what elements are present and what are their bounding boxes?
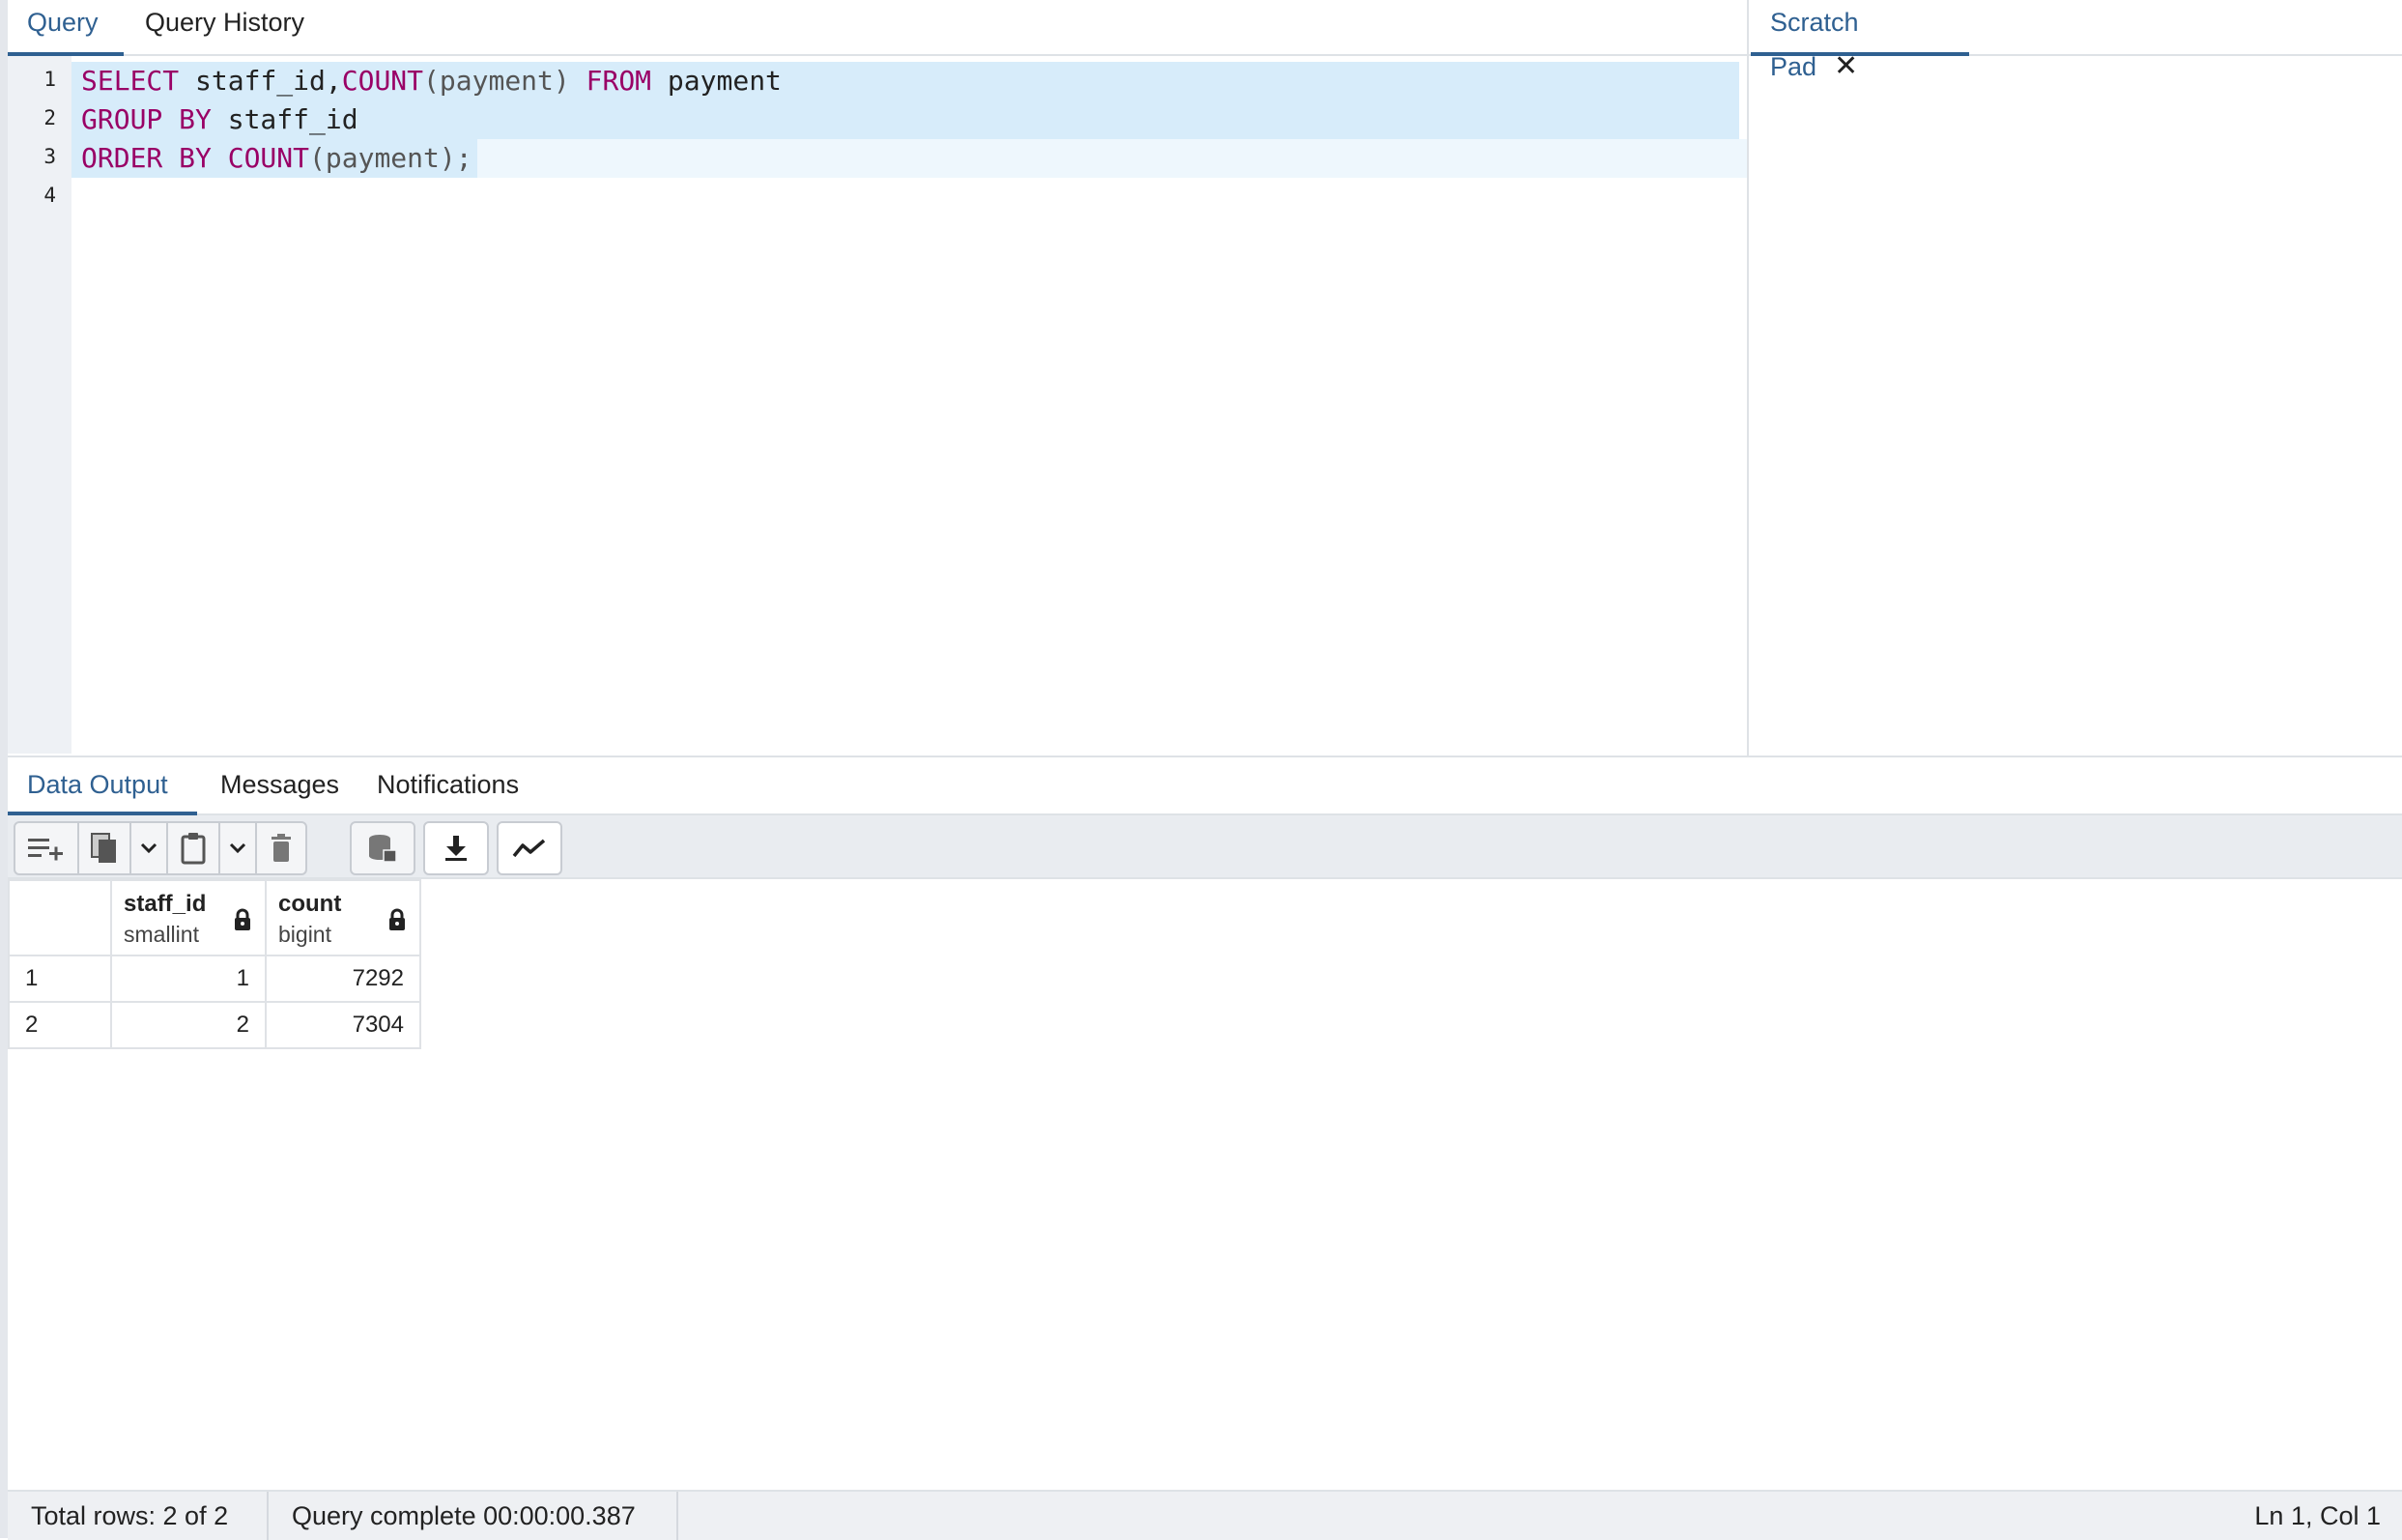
- sql-keyword: FROM: [586, 65, 652, 97]
- copy-icon: [91, 833, 116, 863]
- lock-icon: [389, 908, 405, 930]
- table-row[interactable]: 1 1 7292: [8, 955, 421, 1003]
- scratch-pad-tabbar: Scratch Pad ✕: [1749, 0, 2402, 82]
- code-line-3[interactable]: ORDER BY COUNT(payment);: [81, 139, 472, 178]
- sql-keyword: GROUP BY: [81, 103, 212, 135]
- edit-button-group: [14, 821, 307, 875]
- lock-icon: [235, 908, 250, 930]
- tab-scratch-pad[interactable]: Scratch Pad ✕: [1751, 0, 1969, 82]
- copy-options-dropdown[interactable]: [131, 823, 168, 873]
- grid-cell[interactable]: 7304: [265, 1001, 421, 1049]
- total-rows-status: Total rows: 2 of 2: [31, 1501, 229, 1530]
- sql-keyword: ORDER BY: [81, 142, 212, 174]
- tab-messages[interactable]: Messages: [201, 757, 358, 812]
- status-divider: [267, 1492, 269, 1540]
- row-number-header[interactable]: [8, 879, 112, 956]
- column-name: staff_id: [124, 891, 207, 917]
- tab-query-history[interactable]: Query History: [126, 0, 324, 52]
- download-icon: [445, 836, 467, 861]
- download-group: [423, 821, 489, 875]
- chevron-down-icon: [229, 842, 246, 854]
- sql-keyword: SELECT: [81, 65, 180, 97]
- row-number[interactable]: 1: [8, 955, 112, 1003]
- paste-button[interactable]: [168, 823, 220, 873]
- status-bar: Total rows: 2 of 2 Query complete 00:00:…: [8, 1490, 2402, 1540]
- grid-cell[interactable]: 7292: [265, 955, 421, 1003]
- save-data-icon: [369, 835, 397, 863]
- graph-icon: [512, 839, 546, 858]
- copy-button[interactable]: [79, 823, 131, 873]
- paste-icon: [181, 833, 206, 865]
- sql-text: (payment): [423, 65, 586, 97]
- line-number: 2: [43, 106, 56, 129]
- close-icon[interactable]: ✕: [1834, 50, 1858, 82]
- code-line-2[interactable]: GROUP BY staff_id: [81, 100, 358, 139]
- column-header-staff-id[interactable]: staff_id smallint: [110, 879, 267, 956]
- save-data-button[interactable]: [352, 823, 414, 873]
- output-tabbar: Data Output Messages Notifications: [8, 757, 2402, 815]
- tab-notifications[interactable]: Notifications: [357, 757, 538, 812]
- grid-header-row: staff_id smallint count bigint: [8, 879, 421, 956]
- vertical-splitter[interactable]: [1747, 0, 1749, 756]
- row-number[interactable]: 2: [8, 1001, 112, 1049]
- sql-text: payment: [651, 65, 782, 97]
- line-number: 3: [43, 145, 56, 168]
- line-number: 1: [43, 68, 56, 91]
- column-header-count[interactable]: count bigint: [265, 879, 421, 956]
- column-name: count: [278, 891, 342, 917]
- cursor-position-status: Ln 1, Col 1: [2254, 1501, 2381, 1530]
- grid-cell[interactable]: 1: [110, 955, 267, 1003]
- query-complete-status: Query complete 00:00:00.387: [292, 1501, 636, 1530]
- code-line-1[interactable]: SELECT staff_id,COUNT(payment) FROM paym…: [81, 62, 782, 100]
- download-button[interactable]: [425, 823, 487, 873]
- query-tabbar: Query Query History: [8, 0, 1747, 56]
- sql-text: staff_id,: [179, 65, 342, 97]
- add-row-icon: [28, 839, 63, 861]
- delete-icon: [272, 834, 291, 862]
- add-row-button[interactable]: [15, 823, 79, 873]
- sql-text: staff_id: [211, 103, 358, 135]
- tab-query[interactable]: Query: [8, 0, 124, 56]
- sql-text: (payment);: [309, 142, 472, 174]
- paste-options-dropdown[interactable]: [220, 823, 257, 873]
- tab-data-output[interactable]: Data Output: [8, 757, 197, 815]
- grid-cell[interactable]: 2: [110, 1001, 267, 1049]
- line-number: 4: [43, 184, 56, 207]
- graph-group: [497, 821, 562, 875]
- data-output-toolbar: [8, 815, 2402, 879]
- column-type: smallint: [124, 922, 199, 947]
- delete-button[interactable]: [257, 823, 305, 873]
- status-divider: [676, 1492, 678, 1540]
- save-group: [350, 821, 415, 875]
- result-grid: staff_id smallint count bigint 1 1 7292 …: [8, 879, 421, 1049]
- sql-function: COUNT: [227, 142, 310, 174]
- sql-function: COUNT: [341, 65, 424, 97]
- table-row[interactable]: 2 2 7304: [8, 1001, 421, 1049]
- left-edge: [0, 0, 8, 1538]
- chevron-down-icon: [140, 842, 157, 854]
- graph-visualiser-button[interactable]: [499, 823, 560, 873]
- column-type: bigint: [278, 922, 331, 947]
